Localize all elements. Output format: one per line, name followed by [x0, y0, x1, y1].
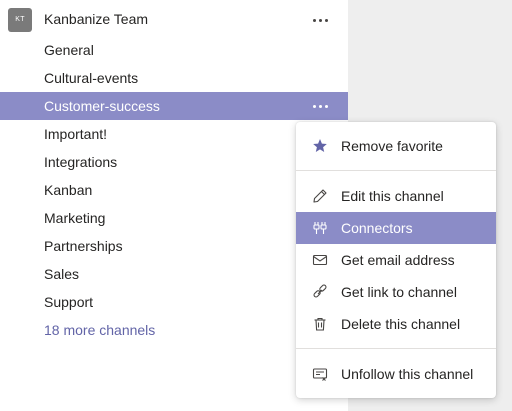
- channel-label: Sales: [44, 266, 80, 282]
- channel-label: Support: [44, 294, 94, 310]
- channel-label: Customer-success: [44, 98, 160, 114]
- menu-item-connectors[interactable]: Connectors: [296, 212, 496, 244]
- menu-item-delete-channel[interactable]: Delete this channel: [296, 308, 496, 340]
- menu-item-label: Get link to channel: [341, 284, 457, 300]
- menu-divider: [296, 170, 496, 171]
- menu-item-label: Connectors: [341, 220, 413, 236]
- pencil-icon: [311, 187, 329, 205]
- channel-item-customer-success[interactable]: Customer-success: [0, 92, 348, 120]
- channel-label: Important!: [44, 126, 108, 142]
- mail-icon: [311, 251, 329, 269]
- channel-label: Integrations: [44, 154, 118, 170]
- menu-item-label: Edit this channel: [341, 188, 444, 204]
- menu-item-remove-favorite[interactable]: Remove favorite: [296, 130, 496, 162]
- channel-more-options-icon[interactable]: [308, 98, 332, 114]
- menu-item-label: Delete this channel: [341, 316, 461, 332]
- channel-context-menu: Remove favorite Edit this channel Connec…: [296, 122, 496, 398]
- connectors-icon: [311, 219, 329, 237]
- menu-item-get-email-address[interactable]: Get email address: [296, 244, 496, 276]
- link-icon: [311, 283, 329, 301]
- channel-label: Marketing: [44, 210, 106, 226]
- team-name[interactable]: Kanbanize Team: [44, 11, 148, 27]
- star-icon: [311, 137, 329, 155]
- team-more-options-icon[interactable]: [308, 12, 332, 28]
- unfollow-icon: [311, 365, 329, 383]
- menu-item-label: Unfollow this channel: [341, 366, 474, 382]
- trash-icon: [311, 315, 329, 333]
- team-avatar: KT: [8, 8, 32, 32]
- menu-divider: [296, 348, 496, 349]
- menu-item-edit-channel[interactable]: Edit this channel: [296, 180, 496, 212]
- channel-label: Kanban: [44, 182, 93, 198]
- channel-item-general[interactable]: General: [0, 36, 348, 64]
- menu-item-label: Remove favorite: [341, 138, 443, 154]
- menu-item-get-link[interactable]: Get link to channel: [296, 276, 496, 308]
- channel-item-cultural-events[interactable]: Cultural-events: [0, 64, 348, 92]
- channel-label: General: [44, 42, 94, 58]
- channel-label: Partnerships: [44, 238, 123, 254]
- menu-item-label: Get email address: [341, 252, 455, 268]
- team-header[interactable]: KT Kanbanize Team: [0, 0, 348, 38]
- channel-label: Cultural-events: [44, 70, 139, 86]
- menu-item-unfollow-channel[interactable]: Unfollow this channel: [296, 358, 496, 390]
